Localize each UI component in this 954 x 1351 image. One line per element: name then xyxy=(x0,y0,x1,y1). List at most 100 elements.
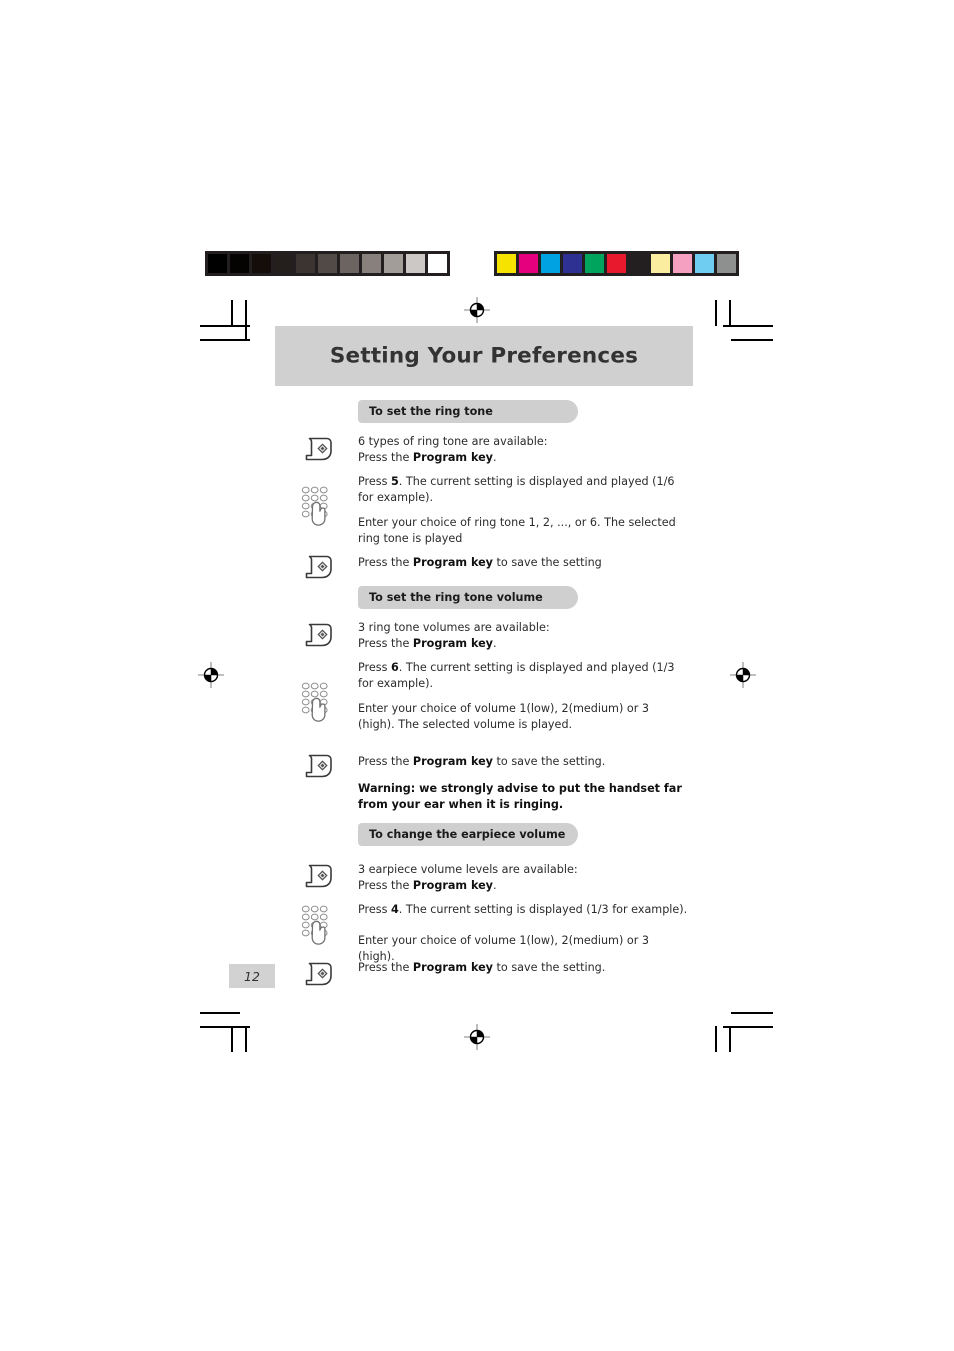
calibration-swatch xyxy=(384,254,403,273)
page-header-banner: Setting Your Preferences xyxy=(275,326,693,386)
instruction-text: 6 types of ring tone are available: xyxy=(358,435,548,448)
instruction-text: Press the xyxy=(358,878,413,892)
instruction-paragraph: Enter your choice of ring tone 1, 2, ...… xyxy=(358,515,688,546)
instruction-text: . xyxy=(492,878,497,892)
registration-target-icon xyxy=(464,297,490,323)
instruction-paragraph: Press 4. The current setting is displaye… xyxy=(358,902,688,918)
emphasized-text: Program key xyxy=(412,878,493,892)
program-key-icon xyxy=(305,555,332,579)
instruction-text: Enter your choice of volume 1(low), 2(me… xyxy=(358,934,649,963)
instruction-text: to save the setting. xyxy=(492,961,606,974)
calibration-swatch xyxy=(318,254,337,273)
instruction-paragraph: Press the Program key to save the settin… xyxy=(358,754,688,770)
program-key-icon xyxy=(305,864,332,888)
calibration-swatch xyxy=(497,254,516,273)
crop-mark xyxy=(731,339,773,341)
keypad-icon xyxy=(301,905,328,945)
calibration-swatch xyxy=(629,254,648,273)
emphasized-text: Program key xyxy=(412,961,493,974)
calibration-swatch xyxy=(274,254,293,273)
crop-mark xyxy=(729,1026,731,1052)
program-key-icon xyxy=(305,962,332,986)
keypad-icon xyxy=(300,484,340,526)
instruction-text: 3 earpiece volume levels are available: xyxy=(358,863,578,876)
emphasized-text: Program key xyxy=(412,450,493,464)
instruction-text: Press xyxy=(358,903,391,916)
calibration-swatch xyxy=(406,254,425,273)
instruction-text: Warning: we strongly advise to put the h… xyxy=(358,782,682,811)
crop-mark xyxy=(200,325,250,327)
instruction-paragraph: Warning: we strongly advise to put the h… xyxy=(358,781,688,812)
document-page: Setting Your Preferences To set the ring… xyxy=(0,0,954,1351)
calibration-swatch xyxy=(673,254,692,273)
instruction-text: Press the xyxy=(358,755,413,768)
calibration-swatch xyxy=(607,254,626,273)
calibration-swatch xyxy=(695,254,714,273)
section-earpiece-volume: To change the earpiece volume xyxy=(358,823,698,846)
crop-mark xyxy=(231,300,233,326)
instruction-paragraph: Press 5. The current setting is displaye… xyxy=(358,474,688,505)
instruction-text: Press the xyxy=(358,450,413,464)
instruction-text: Press the xyxy=(358,636,413,650)
instruction-text: . The current setting is displayed (1/3 … xyxy=(398,903,688,916)
calibration-swatch xyxy=(519,254,538,273)
keypad-icon xyxy=(300,680,340,722)
instruction-text: Press xyxy=(358,475,391,488)
program-key-icon xyxy=(300,620,340,660)
instruction-text: Enter your choice of ring tone 1, 2, ...… xyxy=(358,516,676,545)
instruction-paragraph: Press the Program key to save the settin… xyxy=(358,555,688,571)
program-key-icon xyxy=(305,623,332,647)
instruction-text: . The current setting is displayed and p… xyxy=(358,661,675,690)
crop-mark xyxy=(231,1026,233,1052)
emphasized-text: Program key xyxy=(412,636,493,650)
instruction-text: . xyxy=(492,636,497,650)
keypad-icon xyxy=(301,682,328,722)
calibration-swatch xyxy=(252,254,271,273)
calibration-swatch xyxy=(585,254,604,273)
registration-target-icon xyxy=(198,662,224,688)
section-heading-ring-tone: To set the ring tone xyxy=(358,400,578,423)
registration-target-icon xyxy=(730,662,756,688)
program-key-icon xyxy=(305,437,332,461)
program-key-icon xyxy=(305,754,332,778)
instruction-paragraph: Press the Program key to save the settin… xyxy=(358,960,688,976)
page-title: Setting Your Preferences xyxy=(329,343,639,369)
program-key-icon xyxy=(300,552,340,592)
program-key-icon xyxy=(300,861,340,901)
instruction-text: Enter your choice of volume 1(low), 2(me… xyxy=(358,702,649,731)
emphasized-text: 5 xyxy=(391,475,399,488)
crop-mark xyxy=(715,1026,717,1052)
crop-mark xyxy=(731,1012,773,1014)
calibration-swatch xyxy=(362,254,381,273)
crop-mark xyxy=(245,1026,247,1052)
crop-mark xyxy=(200,1026,250,1028)
calibration-swatch xyxy=(563,254,582,273)
crop-mark xyxy=(200,1012,240,1014)
instruction-text: Press xyxy=(358,661,391,674)
calibration-swatch xyxy=(230,254,249,273)
instruction-paragraph: 3 earpiece volume levels are available: P… xyxy=(358,862,688,893)
section-ring-tone: To set the ring tone xyxy=(358,400,698,423)
calibration-swatch xyxy=(428,254,447,273)
keypad-icon xyxy=(301,486,328,526)
crop-mark xyxy=(715,300,717,326)
instruction-text: Press the xyxy=(358,961,413,974)
instruction-paragraph: 3 ring tone volumes are available: Press … xyxy=(358,620,688,651)
instruction-text: 3 ring tone volumes are available: xyxy=(358,621,550,634)
crop-mark xyxy=(729,300,731,326)
emphasized-text: Program key xyxy=(412,556,493,569)
calibration-swatch xyxy=(717,254,736,273)
instruction-text: . The current setting is displayed and p… xyxy=(358,475,675,504)
instruction-text: Press the xyxy=(358,556,413,569)
section-ring-tone-volume: To set the ring tone volume xyxy=(358,586,698,609)
program-key-icon xyxy=(300,959,340,999)
registration-target-icon xyxy=(464,1024,490,1050)
grayscale-calibration-strip xyxy=(205,251,450,276)
instruction-paragraph: 6 types of ring tone are available: Press… xyxy=(358,434,688,465)
instruction-text: . xyxy=(492,450,497,464)
program-key-icon xyxy=(300,434,340,474)
crop-mark xyxy=(245,300,247,339)
program-key-icon xyxy=(300,751,340,791)
section-heading-ring-tone-volume: To set the ring tone volume xyxy=(358,586,578,609)
calibration-swatch xyxy=(340,254,359,273)
